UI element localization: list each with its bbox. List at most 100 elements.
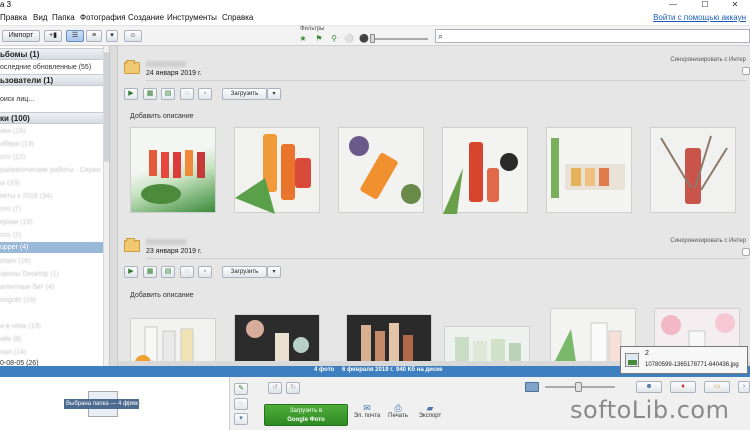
herbs-bottle-illustration bbox=[660, 135, 728, 204]
upload-button[interactable]: Загрузить bbox=[222, 88, 267, 100]
rotate-right-icon[interactable]: ↻ bbox=[286, 382, 300, 394]
star-icon[interactable]: ☆ bbox=[180, 266, 194, 278]
save-icon[interactable]: ▪ bbox=[198, 266, 212, 278]
panel-splitter[interactable] bbox=[110, 46, 118, 366]
folder-item[interactable]: etails (16) bbox=[0, 256, 104, 267]
folder-item[interactable]: ongoth (18) bbox=[0, 295, 104, 306]
recent-updated-item[interactable]: оследние обновленные (55) bbox=[0, 62, 104, 73]
tag-icon[interactable]: ▭ bbox=[704, 381, 730, 393]
geo-filter-icon[interactable]: ⚫ bbox=[359, 34, 369, 44]
group-divider bbox=[146, 258, 746, 259]
folder-item[interactable]: ото (7) bbox=[0, 204, 104, 215]
list-view-button[interactable]: ☰ bbox=[66, 30, 84, 42]
collage-button[interactable]: ▦ bbox=[143, 266, 157, 278]
export-button[interactable]: ▰ Экспорт bbox=[410, 403, 450, 419]
video-button[interactable]: ▤ bbox=[161, 88, 175, 100]
folder-panel: ьбомы (1) оследние обновленные (55) ьзов… bbox=[0, 46, 110, 366]
menu-folder[interactable]: Папка bbox=[52, 13, 75, 22]
title-bar: а 3 — ☐ ✕ bbox=[0, 0, 750, 10]
albums-header[interactable]: ьбомы (1) bbox=[0, 48, 104, 60]
photo-red-bottle[interactable] bbox=[442, 127, 528, 214]
maximize-button[interactable]: ☐ bbox=[690, 0, 720, 10]
close-button[interactable]: ✕ bbox=[720, 0, 750, 10]
photo-herbs-bottle[interactable] bbox=[650, 127, 736, 213]
video-filter-icon[interactable]: ⚪ bbox=[344, 34, 354, 44]
thumbnail-size-icon bbox=[525, 382, 539, 392]
upload-button[interactable]: Загрузить bbox=[222, 266, 267, 278]
add-folder-button[interactable]: +▮ bbox=[44, 30, 62, 42]
group-date: 23 января 2019 г. bbox=[146, 248, 202, 255]
zoom-slider-handle[interactable] bbox=[575, 382, 582, 392]
folder-item[interactable]: обери (13) bbox=[0, 139, 104, 150]
folder-item[interactable]: атентные бит (4) bbox=[0, 282, 104, 293]
folder-item[interactable]: ото (12) bbox=[0, 152, 104, 163]
folder-item[interactable]: ы (33) bbox=[0, 178, 104, 189]
menu-edit[interactable]: Правка bbox=[0, 13, 27, 22]
google-upload-line1: Загрузить в bbox=[289, 408, 323, 414]
folder-scrollbar-thumb[interactable] bbox=[104, 52, 109, 162]
users-header[interactable]: ьзователи (1) bbox=[0, 74, 104, 86]
folder-item[interactable]: и в неха (13) bbox=[0, 321, 104, 332]
star-filter-icon[interactable]: ★ bbox=[298, 34, 308, 44]
save-icon[interactable]: ▪ bbox=[198, 88, 212, 100]
upload-dropdown-button[interactable]: ▾ bbox=[267, 88, 281, 100]
upload-google-photos-button[interactable]: Загрузить в Google Фото bbox=[264, 404, 348, 426]
collage-button[interactable]: ▦ bbox=[143, 88, 157, 100]
group-divider bbox=[146, 80, 746, 81]
photo-giftbox[interactable] bbox=[546, 127, 632, 213]
folders-header[interactable]: ки (100) bbox=[0, 112, 104, 124]
folder-item[interactable]: ерхки (19) bbox=[0, 217, 104, 228]
folder-item[interactable]: екты к 2018 (34) bbox=[0, 191, 104, 202]
tree-view-button[interactable]: ≡ bbox=[86, 30, 102, 42]
photo-pastel-set[interactable] bbox=[444, 326, 530, 366]
photo-dark-flatlay[interactable] bbox=[234, 314, 320, 366]
orange-bottles-illustration bbox=[235, 134, 311, 214]
people-button[interactable]: ☺ bbox=[124, 30, 142, 42]
folder-item[interactable]: ики (15) bbox=[0, 126, 104, 137]
selected-folder-item[interactable]: upper (4) bbox=[0, 242, 104, 253]
photo-amber-set[interactable] bbox=[346, 314, 432, 366]
minimize-button[interactable]: — bbox=[658, 0, 688, 10]
play-slideshow-button[interactable]: ▶ bbox=[124, 88, 138, 100]
folder-item[interactable]: рапевтические работы - Серия 1 (9) bbox=[0, 165, 104, 176]
folder-item[interactable]: ото (2) bbox=[0, 230, 104, 241]
people-tag-icon[interactable]: ☻ bbox=[636, 381, 662, 393]
folder-item[interactable]: 0-08-05 (26) bbox=[0, 358, 104, 366]
rotate-left-icon[interactable]: ↺ bbox=[268, 382, 282, 394]
star-icon[interactable]: ☆ bbox=[180, 88, 194, 100]
sync-toggle[interactable] bbox=[742, 67, 750, 75]
folder-item[interactable]: ийк (8) bbox=[0, 334, 104, 345]
import-button[interactable]: Импорт bbox=[2, 30, 40, 42]
disk-size: 940 Кб на диске bbox=[396, 367, 443, 373]
upload-dropdown-button[interactable]: ▾ bbox=[267, 266, 281, 278]
search-input[interactable]: ⌕ bbox=[435, 29, 750, 43]
menu-create[interactable]: Создание bbox=[128, 13, 164, 22]
login-link[interactable]: Войти с помощью аккаун bbox=[653, 13, 746, 22]
photo-count: 4 фото bbox=[314, 367, 335, 373]
video-button[interactable]: ▤ bbox=[161, 266, 175, 278]
menu-tools[interactable]: Инструменты bbox=[167, 13, 217, 22]
add-description-link[interactable]: Добавить описание bbox=[130, 113, 194, 120]
folder-item[interactable]: ороны Desktop (1) bbox=[0, 269, 104, 280]
photo-orange-bottles[interactable] bbox=[234, 127, 320, 214]
add-description-link[interactable]: Добавить описание bbox=[130, 292, 194, 299]
tray-menu-icon[interactable]: ▾ bbox=[234, 413, 248, 425]
photo-lavender-bottle[interactable] bbox=[338, 127, 424, 213]
folder-item[interactable]: нал (14) bbox=[0, 347, 104, 358]
date-filter-handle[interactable] bbox=[370, 34, 375, 43]
more-icon[interactable]: › bbox=[738, 381, 750, 393]
menu-view[interactable]: Вид bbox=[33, 13, 47, 22]
menu-photo[interactable]: Фотография bbox=[80, 13, 126, 22]
face-search-item[interactable]: оиск лиц... bbox=[0, 94, 104, 105]
photo-white-bottles[interactable] bbox=[130, 318, 216, 366]
pin-filter-icon[interactable]: ⚲ bbox=[329, 34, 339, 44]
photo-juice-bottles[interactable] bbox=[130, 127, 216, 213]
pin-icon[interactable]: ✎ bbox=[234, 383, 248, 395]
menu-help[interactable]: Справка bbox=[222, 13, 253, 22]
sync-toggle[interactable] bbox=[742, 248, 750, 256]
clear-icon[interactable]: ○ bbox=[234, 398, 248, 410]
flag-filter-icon[interactable]: ⚑ bbox=[314, 34, 324, 44]
play-slideshow-button[interactable]: ▶ bbox=[124, 266, 138, 278]
view-dropdown-button[interactable]: ▾ bbox=[106, 30, 118, 42]
location-pin-icon[interactable]: ♦ bbox=[670, 381, 696, 393]
